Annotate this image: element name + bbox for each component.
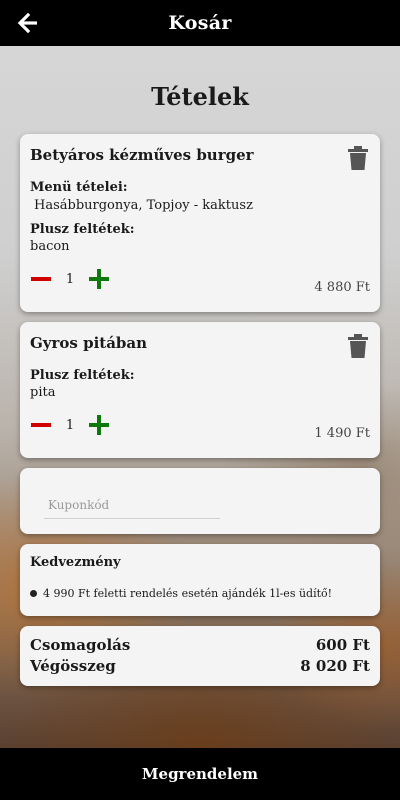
- discount-text: 4 990 Ft feletti rendelés esetén ajándék…: [43, 587, 333, 600]
- decrease-quantity-button[interactable]: [30, 267, 52, 291]
- discount-card: Kedvezmény 4 990 Ft feletti rendelés ese…: [20, 544, 380, 616]
- item-name: Gyros pitában: [30, 334, 148, 352]
- extras-label: Plusz feltétek:: [30, 222, 135, 237]
- cart-item-card: Gyros pitában Plusz feltétek: pita 1 1 4…: [20, 322, 380, 458]
- plus-icon: [89, 269, 109, 289]
- arrow-left-icon: [17, 12, 37, 34]
- total-value: 8 020 Ft: [300, 657, 370, 675]
- increase-quantity-button[interactable]: [88, 267, 110, 291]
- coupon-input[interactable]: [44, 491, 220, 519]
- item-price: 1 490 Ft: [314, 426, 370, 441]
- summary-card: Csomagolás 600 Ft Végösszeg 8 020 Ft: [20, 626, 380, 686]
- order-button[interactable]: Megrendelem: [0, 748, 400, 800]
- decrease-quantity-button[interactable]: [30, 413, 52, 437]
- discount-item: 4 990 Ft feletti rendelés esetén ajándék…: [30, 587, 332, 600]
- minus-icon: [31, 423, 51, 427]
- packaging-value: 600 Ft: [315, 636, 370, 654]
- delete-item-button[interactable]: [348, 334, 368, 358]
- back-button[interactable]: [14, 9, 42, 37]
- header-title: Kosár: [168, 12, 232, 34]
- item-price: 4 880 Ft: [314, 280, 370, 295]
- top-bar: Kosár: [0, 0, 400, 46]
- packaging-label: Csomagolás: [30, 636, 131, 654]
- quantity-stepper: 1: [30, 413, 110, 437]
- quantity-value: 1: [65, 417, 75, 433]
- trash-icon: [348, 146, 368, 170]
- item-name: Betyáros kézműves burger: [30, 146, 254, 164]
- packaging-row: Csomagolás 600 Ft: [30, 636, 370, 654]
- total-label: Végösszeg: [30, 657, 116, 675]
- bullet-icon: [30, 590, 37, 597]
- page-title: Tételek: [151, 82, 249, 111]
- menu-items-label: Menü tételei:: [30, 180, 128, 195]
- quantity-stepper: 1: [30, 267, 110, 291]
- coupon-card: [20, 468, 380, 534]
- discount-title: Kedvezmény: [30, 555, 121, 570]
- trash-icon: [348, 334, 368, 358]
- extras-value: bacon: [30, 239, 70, 254]
- extras-value: pita: [30, 385, 56, 400]
- extras-label: Plusz feltétek:: [30, 368, 135, 383]
- increase-quantity-button[interactable]: [88, 413, 110, 437]
- quantity-value: 1: [65, 271, 75, 287]
- minus-icon: [31, 277, 51, 281]
- total-row: Végösszeg 8 020 Ft: [30, 657, 370, 675]
- cart-item-card: Betyáros kézműves burger Menü tételei: H…: [20, 134, 380, 312]
- plus-icon: [89, 415, 109, 435]
- menu-items-value: Hasábburgonya, Topjoy - kaktusz: [34, 198, 253, 213]
- delete-item-button[interactable]: [348, 146, 368, 170]
